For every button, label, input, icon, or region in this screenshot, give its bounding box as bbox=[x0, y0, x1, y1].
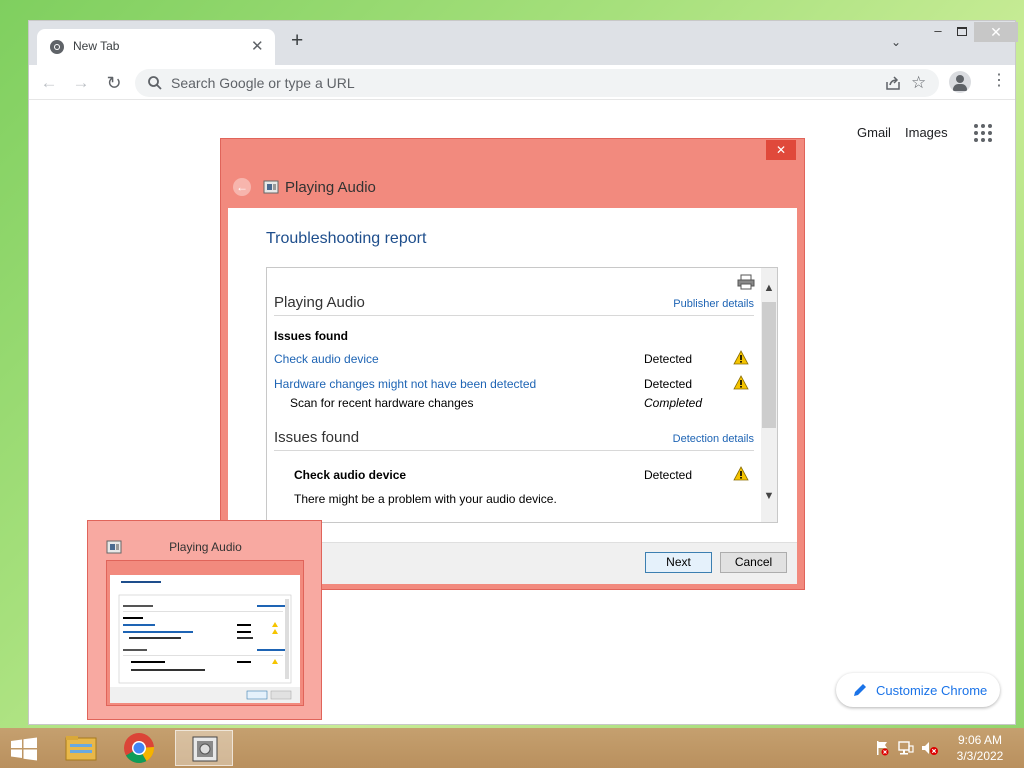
step-label: Scan for recent hardware changes bbox=[290, 396, 474, 410]
omnibox[interactable]: Search Google or type a URL ☆ bbox=[135, 69, 939, 97]
warning-icon bbox=[733, 375, 749, 390]
detail-title: Check audio device bbox=[294, 468, 407, 482]
profile-avatar-icon[interactable] bbox=[949, 71, 971, 93]
warning-icon bbox=[733, 466, 749, 481]
issue-link-hardware-changes[interactable]: Hardware changes might not have been det… bbox=[274, 377, 536, 391]
maximize-icon bbox=[957, 27, 967, 36]
windows-start-icon[interactable] bbox=[10, 737, 38, 761]
issue-link-check-audio-device[interactable]: Check audio device bbox=[274, 352, 379, 366]
dialog-content: Troubleshooting report Playing Audio Pub… bbox=[228, 208, 797, 542]
taskbar-chrome[interactable] bbox=[110, 730, 168, 766]
detection-details-link[interactable]: Detection details bbox=[607, 433, 754, 445]
section-title-playing-audio: Playing Audio bbox=[274, 294, 365, 311]
chrome-favicon-icon bbox=[50, 40, 64, 54]
network-icon[interactable] bbox=[898, 740, 914, 756]
clock-date[interactable]: 3/3/2022 bbox=[950, 749, 1010, 763]
tab-strip: New Tab ✕ + ⌄ – ✕ bbox=[29, 21, 1018, 65]
window-close-button[interactable]: ✕ bbox=[974, 22, 1018, 42]
action-center-flag-icon[interactable] bbox=[874, 740, 890, 756]
maximize-button[interactable] bbox=[951, 23, 973, 41]
tab-new-tab[interactable]: New Tab ✕ bbox=[37, 29, 275, 65]
section-title-issues-found: Issues found bbox=[274, 429, 360, 446]
scroll-up-chevron-icon[interactable]: ▲ bbox=[761, 282, 777, 298]
scroll-down-chevron-icon[interactable]: ▼ bbox=[761, 490, 777, 506]
troubleshooter-app-icon bbox=[263, 180, 279, 194]
tab-search-chevron-icon[interactable]: ⌄ bbox=[891, 35, 901, 49]
next-button[interactable]: Next bbox=[645, 552, 712, 573]
volume-muted-icon[interactable] bbox=[921, 740, 939, 756]
browser-toolbar: ← → ↻ Search Google or type a URL ☆ ⋮ bbox=[29, 65, 1015, 100]
troubleshooter-icon bbox=[192, 736, 218, 762]
thumbnail-window-miniature bbox=[106, 560, 304, 706]
images-link[interactable]: Images bbox=[905, 125, 948, 140]
pencil-icon bbox=[854, 684, 866, 696]
dialog-back-button[interactable]: ← bbox=[233, 178, 251, 196]
thumbnail-miniature-drawing bbox=[110, 575, 300, 703]
report-heading: Troubleshooting report bbox=[266, 230, 427, 247]
detail-description: There might be a problem with your audio… bbox=[294, 492, 557, 506]
section-divider bbox=[274, 450, 754, 451]
issue-status: Detected bbox=[644, 377, 693, 391]
taskbar-file-explorer[interactable] bbox=[52, 730, 110, 766]
dialog-close-button[interactable]: ✕ bbox=[766, 140, 796, 160]
tab-close-icon[interactable]: ✕ bbox=[251, 37, 264, 55]
file-explorer-icon bbox=[65, 736, 97, 761]
new-tab-button[interactable]: + bbox=[291, 30, 303, 51]
publisher-details-link[interactable]: Publisher details bbox=[607, 298, 754, 310]
chrome-icon bbox=[124, 733, 155, 764]
back-button[interactable]: ← bbox=[37, 72, 61, 94]
step-status: Completed bbox=[644, 396, 703, 410]
issue-status: Detected bbox=[644, 352, 693, 366]
minimize-button[interactable]: – bbox=[927, 23, 949, 41]
taskbar-troubleshooter[interactable] bbox=[175, 730, 233, 766]
warning-icon bbox=[733, 350, 749, 365]
reload-button[interactable]: ↻ bbox=[102, 72, 126, 94]
omnibox-placeholder: Search Google or type a URL bbox=[171, 75, 355, 91]
clock-time[interactable]: 9:06 AM bbox=[950, 733, 1010, 747]
customize-chrome-button[interactable]: Customize Chrome bbox=[836, 673, 1000, 707]
tab-title: New Tab bbox=[73, 39, 120, 53]
thumbnail-title: Playing Audio bbox=[169, 540, 242, 554]
issues-found-subheading: Issues found bbox=[274, 329, 349, 343]
report-panel[interactable]: Playing Audio Publisher details Issues f… bbox=[266, 267, 778, 523]
cancel-button[interactable]: Cancel bbox=[720, 552, 787, 573]
taskbar-thumbnail-preview[interactable]: Playing Audio bbox=[87, 520, 322, 720]
scrollbar-thumb[interactable] bbox=[762, 302, 776, 428]
gmail-link[interactable]: Gmail bbox=[857, 125, 891, 140]
section-divider bbox=[274, 315, 754, 316]
detail-status: Detected bbox=[644, 468, 693, 482]
share-icon[interactable] bbox=[885, 75, 901, 91]
dialog-title: Playing Audio bbox=[285, 179, 376, 196]
report-scrollbar[interactable]: ▲ ▼ bbox=[761, 268, 777, 522]
bookmark-star-icon[interactable]: ☆ bbox=[911, 73, 926, 93]
search-icon bbox=[148, 76, 162, 90]
chrome-menu-icon[interactable]: ⋮ bbox=[991, 73, 1007, 89]
print-icon[interactable] bbox=[737, 274, 755, 290]
customize-chrome-label: Customize Chrome bbox=[876, 683, 988, 698]
taskbar: 9:06 AM 3/3/2022 bbox=[0, 728, 1024, 768]
forward-button[interactable]: → bbox=[69, 72, 93, 94]
google-apps-grid-icon[interactable] bbox=[973, 123, 993, 143]
